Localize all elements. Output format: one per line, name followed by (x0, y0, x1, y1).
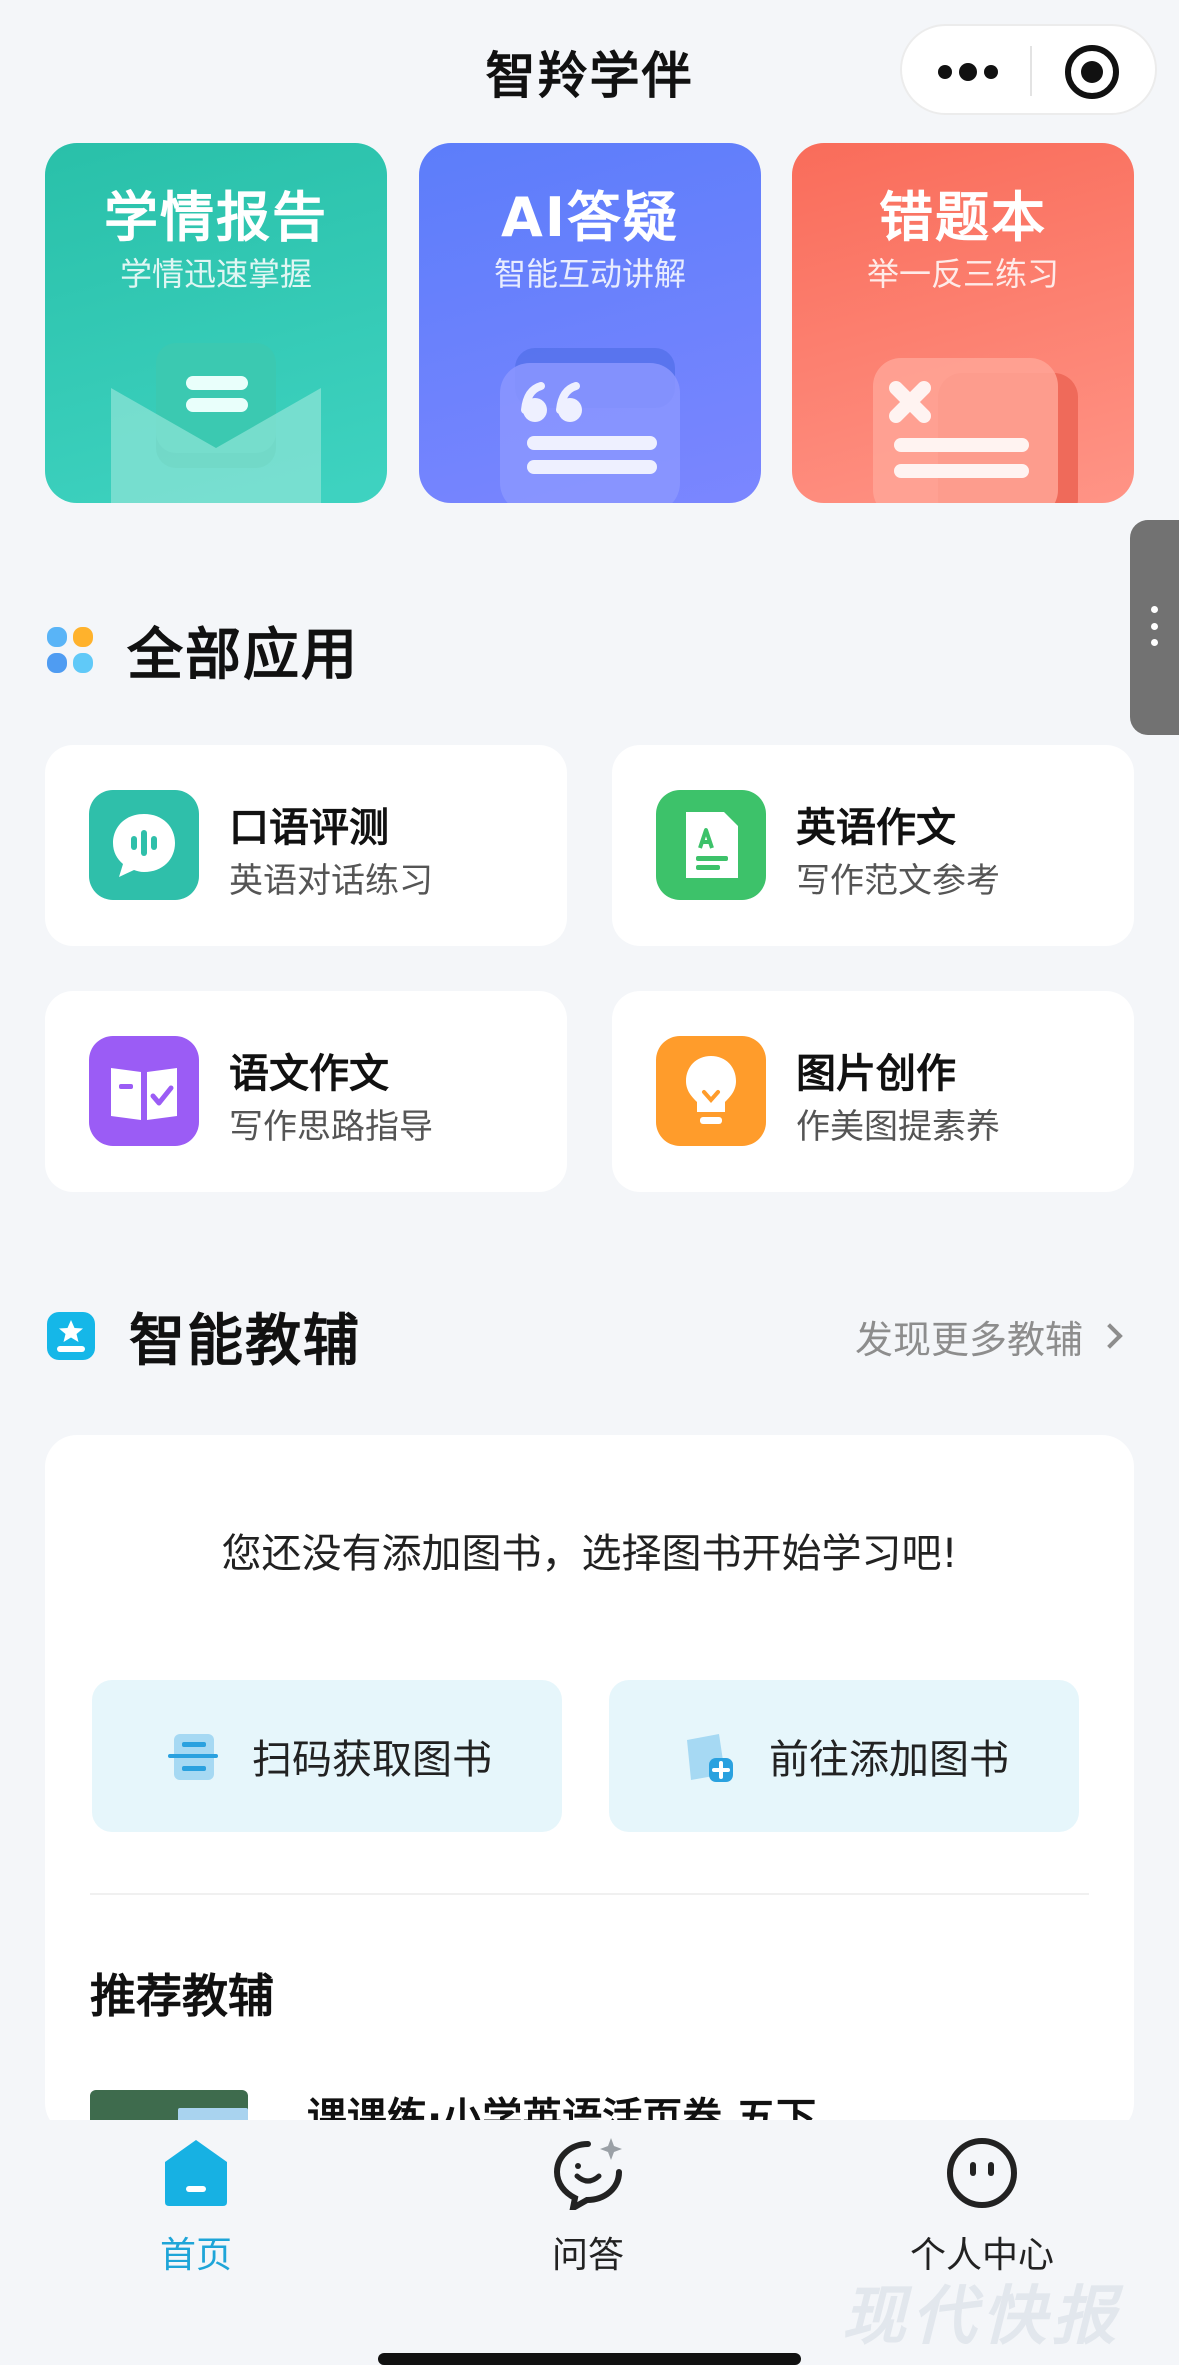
feature-title: 学情报告 (104, 186, 328, 249)
add-book-icon (687, 1734, 733, 1782)
error-note-icon (873, 358, 1078, 503)
tutor-section-header: 智能教辅 (45, 1306, 361, 1374)
document-a-icon (656, 790, 766, 900)
more-menu-icon[interactable] (938, 62, 998, 82)
section-title: 全部应用 (127, 622, 359, 688)
speech-bubble-icon (89, 790, 199, 900)
mini-program-capsule (900, 24, 1157, 115)
close-target-icon[interactable] (1065, 45, 1119, 99)
card-divider (90, 1893, 1089, 1895)
star-book-icon (47, 1312, 95, 1360)
add-book-button[interactable]: 前往添加图书 (609, 1680, 1079, 1832)
feature-subtitle: 举一反三练习 (866, 255, 1059, 293)
scan-book-button[interactable]: 扫码获取图书 (92, 1680, 562, 1832)
app-tile-english-writing[interactable]: 英语作文 写作范文参考 (612, 745, 1134, 946)
app-desc: 英语对话练习 (229, 861, 433, 901)
apps-section-header: 全部应用 (45, 620, 359, 688)
drag-dots-icon (1150, 606, 1158, 646)
envelope-report-icon (111, 343, 321, 503)
chat-sparkle-icon (553, 2138, 622, 2210)
tab-home[interactable]: 首页 (96, 2136, 296, 2286)
smiley-face-icon (947, 2138, 1017, 2208)
app-name: 语文作文 (229, 1051, 389, 1097)
chevron-right-icon (1097, 1323, 1123, 1349)
feature-subtitle: 智能互动讲解 (493, 255, 686, 293)
feature-card-wrong-book[interactable]: 错题本 举一反三练习 (792, 143, 1134, 503)
tab-qa[interactable]: 问答 (488, 2136, 688, 2286)
app-name: 英语作文 (796, 805, 956, 851)
feature-title: 错题本 (879, 186, 1047, 249)
app-name: 图片创作 (796, 1051, 956, 1097)
scan-icon (168, 1734, 218, 1780)
section-title: 智能教辅 (129, 1308, 361, 1374)
home-indicator (378, 2353, 801, 2365)
capsule-divider (1030, 46, 1032, 96)
app-desc: 写作范文参考 (796, 861, 1000, 901)
app-desc: 写作思路指导 (229, 1107, 433, 1147)
app-tile-image-creation[interactable]: 图片创作 作美图提素养 (612, 991, 1134, 1192)
nav-bar: 智羚学伴 (0, 0, 1179, 135)
empty-state-text: 您还没有添加图书，选择图书开始学习吧! (221, 1531, 958, 1577)
feature-card-report[interactable]: 学情报告 学情迅速掌握 (45, 143, 387, 503)
more-label: 发现更多教辅 (854, 1317, 1083, 1362)
apps-grid-icon (47, 627, 93, 673)
app-name: 口语评测 (229, 805, 389, 851)
tutor-card: 您还没有添加图书，选择图书开始学习吧! 扫码获取图书 前往添加图书 推荐教辅 课… (45, 1435, 1134, 2135)
lightbulb-icon (656, 1036, 766, 1146)
app-desc: 作美图提素养 (796, 1107, 1000, 1147)
feature-card-ai-qa[interactable]: AI答疑 智能互动讲解 (419, 143, 761, 503)
tab-label: 问答 (551, 2235, 624, 2276)
add-book-label: 前往添加图书 (769, 1737, 1009, 1783)
tab-profile[interactable]: 个人中心 (882, 2136, 1082, 2286)
home-icon (165, 2140, 227, 2206)
watermark-text: 现代快报 (842, 2280, 1122, 2354)
quote-bubble-icon (500, 348, 680, 503)
feature-title: AI答疑 (501, 186, 679, 249)
feature-subtitle: 学情迅速掌握 (119, 255, 312, 293)
scan-book-label: 扫码获取图书 (252, 1737, 492, 1783)
app-tile-chinese-writing[interactable]: 语文作文 写作思路指导 (45, 991, 567, 1192)
open-book-check-icon (89, 1036, 199, 1146)
recommend-title: 推荐教辅 (90, 1969, 274, 2023)
tab-label: 首页 (159, 2235, 232, 2276)
side-drawer-handle[interactable] (1130, 520, 1179, 735)
app-tile-oral-test[interactable]: 口语评测 英语对话练习 (45, 745, 567, 946)
discover-more-link[interactable]: 发现更多教辅 (854, 1306, 1123, 1366)
